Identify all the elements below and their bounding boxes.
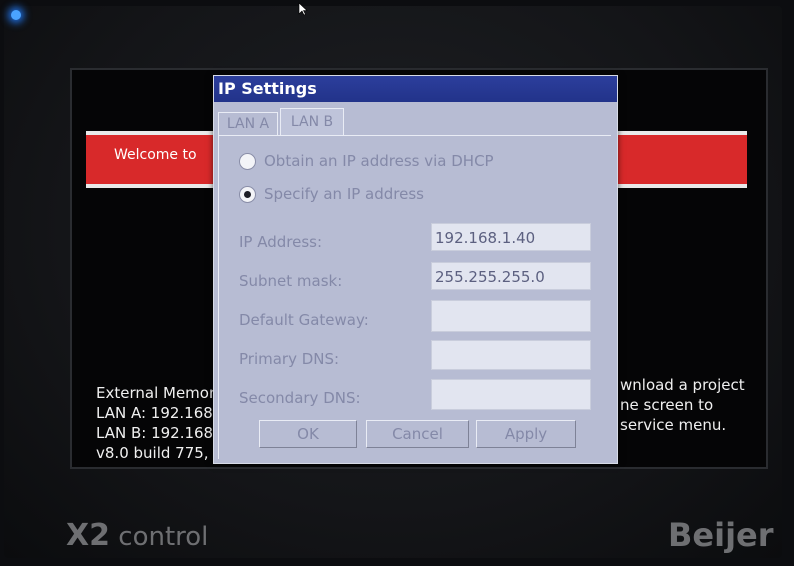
- cancel-button[interactable]: Cancel: [366, 420, 469, 448]
- static-ip-label: Specify an IP address: [264, 185, 424, 203]
- tab-lan-a[interactable]: LAN A: [218, 112, 278, 135]
- hint-line: wnload a project: [620, 376, 745, 394]
- static-ip-option[interactable]: Specify an IP address: [239, 185, 424, 203]
- info-line: External Memor: [96, 384, 214, 402]
- model-logo: X2 control: [66, 518, 208, 553]
- dhcp-label: Obtain an IP address via DHCP: [264, 152, 494, 170]
- ok-button[interactable]: OK: [259, 420, 357, 448]
- info-line: v8.0 build 775,: [96, 444, 209, 462]
- system-info-text: External Memor LAN A: 192.168 LAN B: 192…: [96, 383, 214, 463]
- ip-address-label: IP Address:: [239, 233, 323, 251]
- welcome-banner-right: [617, 131, 747, 188]
- welcome-banner-left: Welcome to: [86, 131, 216, 188]
- model-name-bold: X2: [66, 518, 111, 553]
- subnet-mask-input[interactable]: 255.255.255.0: [431, 262, 591, 290]
- secondary-dns-label: Secondary DNS:: [239, 389, 361, 407]
- mouse-pointer-icon: [298, 2, 308, 16]
- apply-button[interactable]: Apply: [476, 420, 576, 448]
- primary-dns-label: Primary DNS:: [239, 350, 340, 368]
- info-line: LAN B: 192.168: [96, 424, 214, 442]
- tab-lan-b[interactable]: LAN B: [280, 108, 344, 135]
- welcome-text: Welcome to: [114, 147, 197, 163]
- dhcp-radio[interactable]: [239, 152, 256, 170]
- download-hint-text: wnload a project ne screen to service me…: [620, 375, 745, 435]
- static-ip-radio[interactable]: [239, 185, 256, 203]
- model-name-rest: control: [110, 522, 209, 552]
- default-gateway-label: Default Gateway:: [239, 311, 369, 329]
- dialog-title: IP Settings: [214, 76, 617, 102]
- subnet-mask-label: Subnet mask:: [239, 272, 343, 290]
- lan-b-panel: Obtain an IP address via DHCP Specify an…: [218, 136, 612, 459]
- info-line: LAN A: 192.168: [96, 404, 213, 422]
- hint-line: service menu.: [620, 416, 727, 434]
- default-gateway-input[interactable]: [431, 300, 591, 332]
- maker-logo: Beijer: [668, 516, 774, 554]
- ip-settings-dialog: IP Settings LAN A LAN B Obtain an IP add…: [213, 75, 618, 464]
- secondary-dns-input[interactable]: [431, 379, 591, 410]
- dhcp-option[interactable]: Obtain an IP address via DHCP: [239, 152, 494, 170]
- hint-line: ne screen to: [620, 396, 714, 414]
- primary-dns-input[interactable]: [431, 340, 591, 370]
- power-led-icon: [11, 10, 21, 20]
- ip-address-input[interactable]: 192.168.1.40: [431, 223, 591, 251]
